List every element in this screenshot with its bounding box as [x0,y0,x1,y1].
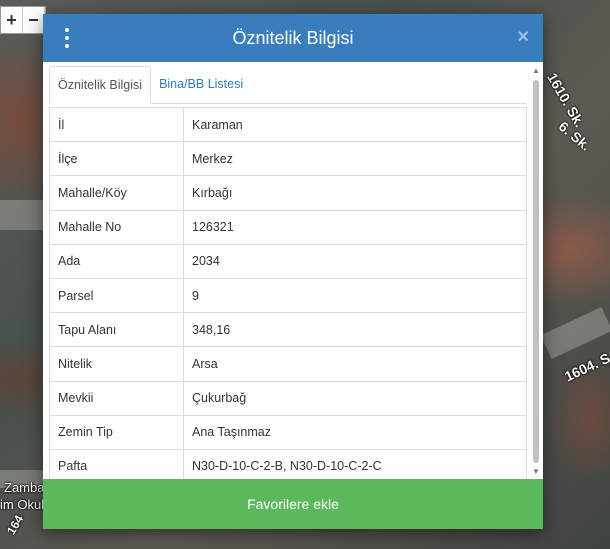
table-row: Mahalle No 126321 [49,209,527,245]
vertical-ellipsis-menu-icon[interactable] [61,28,73,48]
table-row: Nitelik Arsa [49,346,527,382]
scroll-down-arrow-icon[interactable]: ▼ [531,467,541,477]
table-row: Mevkii Çukurbağ [49,380,527,416]
map-place-label: im Okul [0,497,45,512]
vertical-scrollbar[interactable]: ▲ ▼ [531,66,541,479]
table-row: Parsel 9 [49,277,527,314]
attribute-key: Pafta [49,448,184,479]
table-row: Mahalle/Köy Kırbağı [49,175,527,211]
map-place-label: Zamba [4,480,45,495]
attribute-value: Ana Taşınmaz [183,414,527,450]
attribute-key: Nitelik [49,346,184,382]
dialog-body[interactable]: Öznitelik Bilgisi Bina/BB Listesi İl Kara… [43,62,543,479]
attribute-value: 9 [183,277,527,314]
attribute-value: Merkez [183,141,527,177]
attribute-key: Tapu Alanı [49,312,184,348]
dialog-header: Öznitelik Bilgisi × [43,14,543,62]
table-row: Ada 2034 [49,243,527,279]
scroll-up-arrow-icon[interactable]: ▲ [531,66,541,76]
close-icon[interactable]: × [517,27,529,47]
attribute-info-dialog: Öznitelik Bilgisi × Öznitelik Bilgisi Bi… [43,14,543,529]
attribute-key: Zemin Tip [49,414,184,450]
zoom-out-button[interactable]: − [23,7,45,33]
attribute-key: Parsel [49,277,184,314]
attribute-key: İl [49,106,184,143]
tab-bar: Öznitelik Bilgisi Bina/BB Listesi [49,66,527,104]
table-row: Tapu Alanı 348,16 [49,312,527,348]
attribute-key: Ada [49,243,184,279]
attribute-table: İl Karaman İlçe Merkez Mahalle/Köy Kırbağı Mah… [49,106,527,479]
table-row: Zemin Tip Ana Taşınmaz [49,414,527,450]
scrollbar-thumb[interactable] [533,80,539,463]
table-row: İlçe Merkez [49,141,527,177]
tab-attribute-info[interactable]: Öznitelik Bilgisi [49,66,152,104]
attribute-value: 126321 [183,209,527,245]
attribute-key: Mevkii [49,380,184,416]
dialog-title: Öznitelik Bilgisi [232,27,354,48]
zoom-in-button[interactable]: + [1,7,23,33]
add-to-favorites-button[interactable]: Favorilere ekle [43,479,543,529]
attribute-value: 2034 [183,243,527,279]
attribute-value: Arsa [183,346,527,382]
attribute-value: Kırbağı [183,175,527,211]
map-zoom-control: + − [0,6,46,34]
attribute-value: Karaman [183,106,527,143]
attribute-value: N30-D-10-C-2-B, N30-D-10-C-2-C [183,448,527,479]
table-row: İl Karaman [49,106,527,143]
table-row: Pafta N30-D-10-C-2-B, N30-D-10-C-2-C [49,448,527,479]
attribute-key: İlçe [49,141,184,177]
attribute-value: Çukurbağ [183,380,527,416]
tab-building-list[interactable]: Bina/BB Listesi [151,65,251,103]
attribute-key: Mahalle/Köy [49,175,184,211]
attribute-value: 348,16 [183,312,527,348]
attribute-key: Mahalle No [49,209,184,245]
